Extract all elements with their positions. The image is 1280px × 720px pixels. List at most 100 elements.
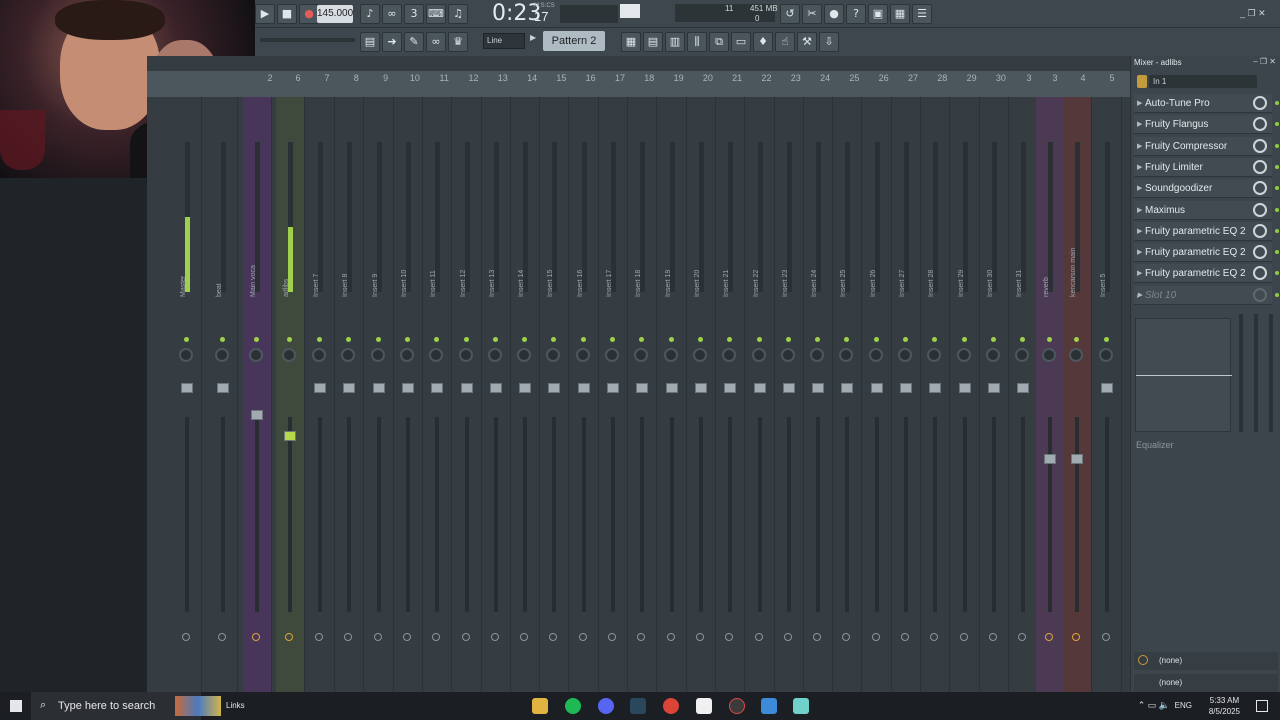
pan-knob[interactable] [546, 348, 561, 362]
route-button[interactable] [842, 633, 851, 641]
volume-fader[interactable] [753, 383, 766, 393]
route-button[interactable] [725, 633, 734, 641]
tempo-display[interactable]: 145.000 [317, 5, 353, 23]
play-icon[interactable]: ▶ [255, 4, 275, 24]
microphone-icon[interactable]: ● [824, 4, 844, 24]
pattern-selector[interactable]: Pattern 2 [543, 31, 605, 51]
pan-knob[interactable] [722, 348, 737, 362]
route-button[interactable] [637, 633, 646, 641]
pan-knob[interactable] [370, 348, 385, 362]
volume-fader[interactable] [372, 383, 385, 393]
mix-knob-icon[interactable] [1253, 96, 1267, 110]
mixer-track[interactable]: Insert 20▲ [687, 97, 716, 692]
mixer-track[interactable]: Insert 30▲ [980, 97, 1009, 692]
steam-icon[interactable] [630, 698, 646, 714]
route-button[interactable] [344, 633, 353, 641]
route-button[interactable] [1018, 633, 1027, 641]
route-button[interactable] [988, 633, 997, 641]
mixer-track[interactable]: Insert 12▲ [453, 97, 482, 692]
mix-knob-icon[interactable] [1253, 138, 1267, 153]
volume-fader[interactable] [870, 383, 883, 393]
fx-slot[interactable]: ▶ Auto-Tune Pro [1134, 94, 1279, 113]
taskbar-clock[interactable]: 5:33 AM 8/5/2025 [1209, 695, 1240, 717]
track-enable-led[interactable] [551, 337, 557, 342]
undo-icon[interactable]: ↺ [780, 4, 800, 24]
typing-keyboard-icon[interactable]: ⌨ [426, 4, 446, 24]
volume-fader[interactable] [577, 383, 590, 393]
plugin-icon[interactable]: ▦ [890, 4, 910, 24]
pan-knob[interactable] [810, 348, 825, 362]
volume-fader[interactable] [724, 383, 737, 393]
wrench-icon[interactable]: ⚒ [797, 32, 817, 52]
route-button[interactable] [901, 633, 909, 641]
volume-fader[interactable] [958, 383, 971, 393]
spotify-icon[interactable] [565, 698, 581, 714]
pan-knob[interactable] [751, 348, 766, 362]
track-enable-led[interactable] [785, 337, 791, 342]
mixer-track[interactable]: Insert 27▲ [892, 97, 921, 692]
mixer-track[interactable]: kencarson main▲ [1063, 97, 1092, 692]
pan-knob[interactable] [249, 348, 263, 362]
volume-fader[interactable] [1017, 383, 1030, 393]
help-icon[interactable]: ? [846, 4, 866, 24]
mixer-track[interactable]: Insert 13▲ [482, 97, 511, 692]
track-enable-led[interactable] [580, 337, 586, 342]
stop-icon[interactable]: ■ [277, 4, 297, 24]
expand-arrow-icon[interactable]: ▶ [1137, 243, 1142, 262]
volume-fader[interactable] [314, 383, 326, 393]
slot-enable-led[interactable] [1275, 186, 1279, 191]
slot-enable-led[interactable] [1275, 143, 1279, 148]
volume-fader[interactable] [251, 410, 263, 420]
snap-select[interactable]: Line [483, 33, 525, 49]
track-enable-led[interactable] [697, 337, 703, 342]
document-icon[interactable] [696, 698, 712, 714]
mix-knob-icon[interactable] [1253, 245, 1267, 260]
expand-arrow-icon[interactable]: ▶ [1137, 222, 1142, 241]
track-enable-led[interactable] [815, 337, 821, 342]
touch-icon[interactable]: ☝ [775, 32, 795, 52]
slot-enable-led[interactable] [1275, 207, 1279, 212]
mixer-track[interactable]: Insert 15▲ [540, 97, 570, 692]
chrome-icon[interactable] [663, 698, 679, 714]
pan-knob[interactable] [780, 348, 795, 362]
volume-fader[interactable] [607, 383, 619, 393]
loop-record-icon[interactable]: ∞ [382, 4, 402, 24]
download-icon[interactable]: ⇩ [819, 32, 839, 52]
piano-roll-icon[interactable]: ▤ [360, 32, 380, 52]
stamp-icon[interactable]: ♛ [448, 32, 468, 52]
mixer-track[interactable]: Main voca▲ [243, 97, 272, 692]
mixer-track[interactable]: Insert 26▲ [863, 97, 892, 692]
mixer-track[interactable]: Insert 24▲ [804, 97, 834, 692]
track-enable-led[interactable] [932, 337, 938, 342]
clipboard-icon[interactable]: ▭ [731, 32, 751, 52]
expand-arrow-icon[interactable]: ▶ [1137, 264, 1142, 283]
step-edit-icon[interactable]: 3 [404, 4, 424, 24]
pan-knob[interactable] [956, 348, 971, 362]
master-volume-slider[interactable] [260, 38, 355, 42]
volume-fader[interactable] [694, 383, 707, 393]
fx-slot[interactable]: ▶ Fruity Limiter [1134, 157, 1279, 177]
playlist-icon[interactable]: ▦ [621, 32, 641, 52]
slot-enable-led[interactable] [1275, 250, 1279, 255]
output-none-1[interactable]: (none) [1134, 652, 1278, 670]
track-enable-led[interactable] [463, 337, 469, 342]
route-button[interactable] [218, 633, 226, 641]
pan-knob[interactable] [1042, 348, 1056, 362]
route-button[interactable] [871, 633, 880, 641]
volume-fader[interactable] [665, 383, 678, 393]
arrow-right-icon[interactable]: ➜ [382, 32, 402, 52]
mixer-track[interactable]: Insert 18▲ [628, 97, 658, 692]
route-button[interactable] [959, 633, 968, 641]
track-enable-led[interactable] [522, 337, 528, 342]
blend-notes-icon[interactable]: ♫ [448, 4, 468, 24]
volume-fader[interactable] [1101, 383, 1113, 393]
window-controls[interactable]: _ ❐ ✕ [1240, 8, 1266, 19]
mixer-track[interactable]: Insert 7▲ [306, 97, 335, 692]
fx-slot[interactable]: ▶ Fruity Flangus [1134, 115, 1279, 135]
route-button[interactable] [578, 633, 587, 641]
route-button[interactable] [285, 633, 293, 641]
track-enable-led[interactable] [990, 337, 996, 342]
track-enable-led[interactable] [610, 337, 615, 342]
route-button[interactable] [432, 633, 441, 641]
piano-icon[interactable]: ▥ [665, 32, 685, 52]
